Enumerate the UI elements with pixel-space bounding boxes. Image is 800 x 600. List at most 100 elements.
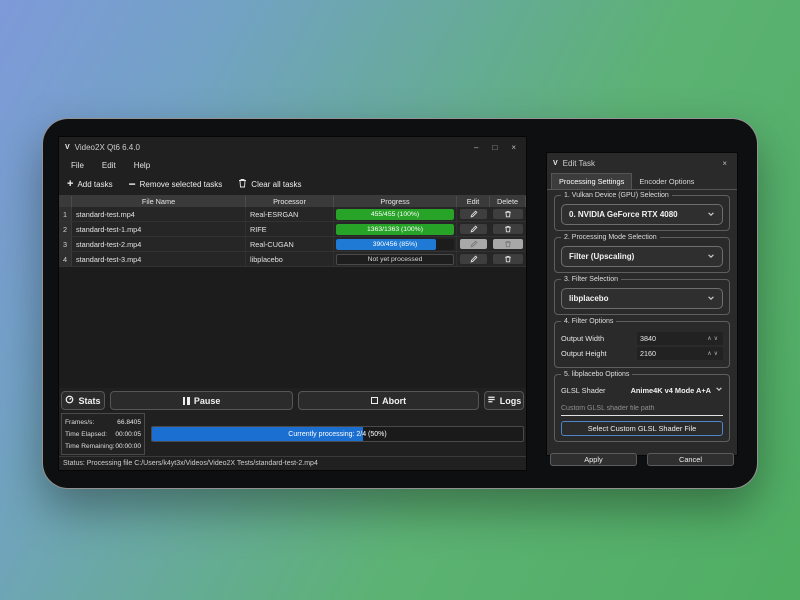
file-name-cell: standard-test-2.mp4 [72,237,246,251]
app-logo-icon: V [553,160,558,167]
col-edit[interactable]: Edit [457,196,490,207]
edit-task-button[interactable] [460,254,487,264]
table-row[interactable]: 1 standard-test.mp4 Real-ESRGAN 455/455 … [59,207,526,222]
overall-progress-label: Currently processing: 2/4 (50%) [152,427,523,441]
delete-task-button[interactable] [493,209,523,219]
tab-encoder-options[interactable]: Encoder Options [632,174,701,189]
output-height-label: Output Height [561,349,607,358]
col-delete[interactable]: Delete [490,196,526,207]
overall-progress-bar: Currently processing: 2/4 (50%) [151,426,524,442]
close-icon[interactable]: × [722,159,727,168]
clear-tasks-label: Clear all tasks [251,180,301,189]
processor-cell: RIFE [246,222,334,236]
logs-icon [487,395,496,406]
row-number: 4 [59,252,72,266]
spin-arrows-icon[interactable]: ∧∨ [707,335,720,342]
edit-task-content: 1. Vulkan Device (GPU) Selection 0. NVID… [547,190,737,451]
apply-button[interactable]: Apply [550,453,637,466]
table-row[interactable]: 4 standard-test-3.mp4 libplacebo Not yet… [59,252,526,267]
row-number: 2 [59,222,72,236]
window-title: Video2X Qt6 6.4.0 [75,143,474,152]
custom-shader-path-input[interactable] [561,402,723,416]
menu-help[interactable]: Help [126,159,158,172]
gpu-select-value: 0. NVIDIA GeForce RTX 4080 [569,210,707,219]
logs-button[interactable]: Logs [484,391,524,410]
row-number: 1 [59,207,72,221]
output-width-value: 3840 [640,334,707,343]
glsl-shader-select[interactable]: Anime4K v4 Mode A+A [631,385,723,395]
chevron-down-icon [715,385,723,395]
progress-label: Not yet processed [337,255,453,264]
filter-select-value: libplacebo [569,294,707,303]
libplacebo-options-group: 5. libplacebo Options GLSL Shader Anime4… [554,374,730,442]
gpu-select[interactable]: 0. NVIDIA GeForce RTX 4080 [561,204,723,225]
mode-select[interactable]: Filter (Upscaling) [561,246,723,267]
remove-tasks-label: Remove selected tasks [140,180,223,189]
file-name-cell: standard-test.mp4 [72,207,246,221]
filter-selection-group: 3. Filter Selection libplacebo [554,279,730,315]
col-processor[interactable]: Processor [246,196,334,207]
remaining-label: Time Remaining: [65,443,115,450]
table-header: File Name Processor Progress Edit Delete [59,196,526,207]
delete-task-button[interactable] [493,254,523,264]
edit-task-titlebar[interactable]: V Edit Task × [547,153,737,173]
edit-task-title: Edit Task [563,159,723,168]
chevron-down-icon [707,210,715,220]
pause-icon [183,397,190,405]
col-progress[interactable]: Progress [334,196,457,207]
progress-cell: 1363/1363 (100%) [334,222,457,236]
row-number: 3 [59,237,72,251]
task-list-empty-area [59,267,526,388]
control-buttons: Stats Pause Abort Logs [59,388,526,412]
menu-file[interactable]: File [63,159,92,172]
col-num [59,196,72,207]
edit-task-footer: Apply Cancel [547,451,737,471]
clear-all-tasks-button[interactable]: Clear all tasks [238,178,301,190]
pause-button[interactable]: Pause [110,391,293,410]
maximize-icon[interactable]: □ [492,143,497,152]
group-legend: 1. Vulkan Device (GPU) Selection [561,192,672,199]
main-titlebar[interactable]: V Video2X Qt6 6.4.0 – □ × [59,137,526,157]
table-row[interactable]: 3 standard-test-2.mp4 Real-CUGAN 390/456… [59,237,526,252]
file-name-cell: standard-test-3.mp4 [72,252,246,266]
progress-cell: Not yet processed [334,252,457,266]
processor-cell: Real-CUGAN [246,237,334,251]
edit-task-tabs: Processing Settings Encoder Options [547,173,737,190]
glsl-shader-value: Anime4K v4 Mode A+A [631,386,711,395]
filter-options-group: 4. Filter Options Output Width 3840 ∧∨ O… [554,321,730,368]
progress-label: 455/455 (100%) [336,209,454,220]
output-height-stepper[interactable]: 2160 ∧∨ [637,347,723,360]
cancel-button[interactable]: Cancel [647,453,734,466]
minus-icon: − [129,178,136,190]
delete-task-button[interactable] [493,224,523,234]
col-file-name[interactable]: File Name [72,196,246,207]
spin-arrows-icon[interactable]: ∧∨ [707,350,720,357]
menubar: File Edit Help [59,157,526,173]
minimize-icon[interactable]: – [474,143,478,152]
menu-edit[interactable]: Edit [94,159,124,172]
logs-label: Logs [500,396,522,406]
add-tasks-button[interactable]: + Add tasks [67,179,113,190]
filter-select[interactable]: libplacebo [561,288,723,309]
plus-icon: + [67,179,73,190]
mode-select-value: Filter (Upscaling) [569,252,707,261]
tab-processing-settings[interactable]: Processing Settings [551,173,632,189]
edit-task-button-disabled [460,239,487,249]
table-row[interactable]: 2 standard-test-1.mp4 RIFE 1363/1363 (10… [59,222,526,237]
toolbar: + Add tasks − Remove selected tasks Clea… [59,173,526,196]
abort-button[interactable]: Abort [298,391,479,410]
chevron-down-icon [707,294,715,304]
trash-icon [238,178,247,190]
close-icon[interactable]: × [511,143,516,152]
edit-task-button[interactable] [460,209,487,219]
stop-icon [371,397,378,404]
progress-cell: 455/455 (100%) [334,207,457,221]
select-custom-shader-button[interactable]: Select Custom GLSL Shader File [561,421,723,436]
remove-selected-tasks-button[interactable]: − Remove selected tasks [129,178,223,190]
output-width-stepper[interactable]: 3840 ∧∨ [637,332,723,345]
processing-mode-group: 2. Processing Mode Selection Filter (Ups… [554,237,730,273]
edit-task-button[interactable] [460,224,487,234]
stats-button[interactable]: Stats [61,391,105,410]
status-text: Status: Processing file C:/Users/k4yt3x/… [63,460,318,467]
delete-task-button-disabled [493,239,523,249]
